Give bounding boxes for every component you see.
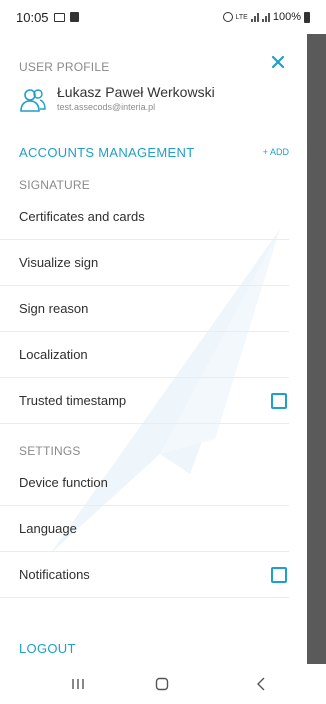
add-account-button[interactable]: + ADD (263, 147, 289, 157)
menu-item-language[interactable]: Language (0, 506, 289, 552)
menu-item-visualize-sign[interactable]: Visualize sign (0, 240, 289, 286)
menu-item-certificates-and-cards[interactable]: Certificates and cards (0, 194, 289, 240)
back-icon (257, 677, 265, 691)
notifications-checkbox[interactable] (271, 566, 287, 583)
menu-item-localization[interactable]: Localization (0, 332, 289, 378)
gallery-notification-icon (53, 12, 65, 22)
back-button[interactable] (246, 674, 276, 694)
status-bar: 10:05 LTE 100% (0, 0, 326, 34)
menu-item-notifications[interactable]: Notifications (0, 552, 289, 598)
menu-item-label: Trusted timestamp (19, 393, 127, 408)
signal-2-icon (261, 12, 270, 22)
menu-item-label: Sign reason (19, 301, 89, 316)
settings-section-label: SETTINGS (19, 444, 81, 458)
menu-item-label: Certificates and cards (19, 209, 145, 224)
lock-notification-icon (69, 12, 79, 22)
network-type: LTE (235, 13, 248, 21)
menu-item-label: Notifications (19, 567, 90, 582)
menu-item-device-function[interactable]: Device function (0, 460, 289, 506)
status-right: LTE 100% (222, 11, 310, 23)
menu-item-label: Device function (19, 475, 108, 490)
alarm-icon (222, 12, 233, 22)
close-icon (271, 55, 285, 69)
menu-item-label: Visualize sign (19, 255, 99, 270)
close-button[interactable] (268, 52, 288, 72)
home-button[interactable] (147, 674, 177, 694)
battery-percent: 100% (272, 11, 301, 23)
user-name: Łukasz Paweł Werkowski (57, 84, 215, 100)
signal-icon (250, 12, 259, 22)
system-navigation-bar (0, 664, 326, 704)
signature-section-label: SIGNATURE (19, 178, 90, 192)
menu-item-label: Localization (19, 347, 88, 362)
status-time: 10:05 (16, 9, 49, 25)
accounts-management-link[interactable]: ACCOUNTS MANAGEMENT (19, 145, 194, 160)
users-icon (20, 89, 46, 112)
navigation-drawer: USER PROFILE Łukasz Paweł Werkowski test… (0, 34, 307, 664)
accounts-management-row: ACCOUNTS MANAGEMENT + ADD (19, 142, 289, 162)
battery-icon (304, 11, 310, 23)
menu-item-label: Language (19, 521, 77, 536)
menu-item-trusted-timestamp[interactable]: Trusted timestamp (0, 378, 289, 424)
menu-item-sign-reason[interactable]: Sign reason (0, 286, 289, 332)
user-profile[interactable]: Łukasz Paweł Werkowski test.assecods@int… (19, 84, 289, 124)
trusted-timestamp-checkbox[interactable] (271, 392, 287, 409)
user-email: test.assecods@interia.pl (57, 102, 156, 112)
home-icon (155, 677, 169, 691)
user-profile-label: USER PROFILE (19, 60, 110, 74)
logout-button[interactable]: LOGOUT (19, 641, 76, 656)
dimmed-background[interactable] (307, 34, 326, 664)
recent-apps-icon (72, 679, 84, 689)
profile-text: Łukasz Paweł Werkowski test.assecods@int… (57, 84, 215, 114)
recent-apps-button[interactable] (63, 674, 93, 694)
status-left: 10:05 (16, 10, 79, 25)
